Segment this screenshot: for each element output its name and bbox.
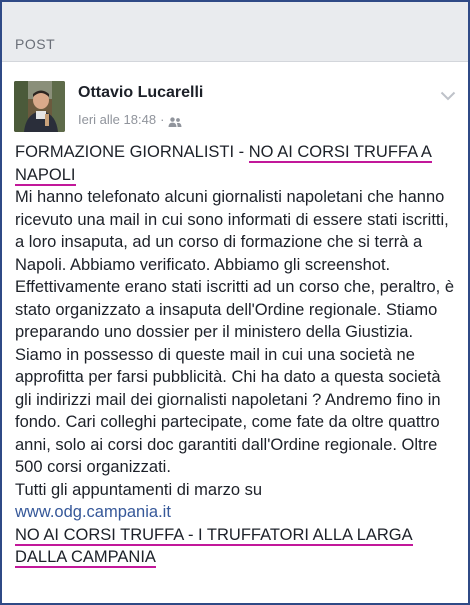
chevron-down-icon[interactable] bbox=[440, 88, 456, 101]
section-header: POST bbox=[2, 2, 468, 62]
website-link[interactable]: www.odg.campania.it bbox=[15, 503, 171, 521]
post-body-paragraph: Mi hanno telefonato alcuni giornalisti n… bbox=[15, 188, 454, 476]
post-footer: NO AI CORSI TRUFFA - I TRUFFATORI ALLA L… bbox=[15, 524, 458, 569]
headline-prefix: FORMAZIONE GIORNALISTI - bbox=[15, 143, 249, 161]
avatar-image bbox=[14, 81, 65, 132]
footer-highlight: NO AI CORSI TRUFFA - I TRUFFATORI ALLA L… bbox=[15, 525, 413, 546]
author-name[interactable]: Ottavio Lucarelli bbox=[78, 84, 203, 102]
post-frame: POST Ottavio Lucarelli Ieri alle 18:48 · bbox=[0, 0, 470, 605]
post-card: Ottavio Lucarelli Ieri alle 18:48 · FORM… bbox=[2, 68, 468, 603]
headline-highlight-cont: NAPOLI bbox=[15, 165, 76, 186]
footer-highlight-cont: DALLA CAMPANIA bbox=[15, 548, 156, 568]
avatar[interactable] bbox=[14, 81, 65, 132]
headline-highlight: NO AI CORSI TRUFFA A bbox=[248, 143, 432, 163]
meta-separator: · bbox=[160, 112, 165, 127]
post-text: FORMAZIONE GIORNALISTI - NO AI CORSI TRU… bbox=[15, 141, 458, 569]
appointments-text: Tutti gli appuntamenti di marzo su bbox=[15, 480, 263, 499]
section-title: POST bbox=[15, 36, 56, 52]
friends-icon[interactable] bbox=[168, 115, 182, 127]
post-meta: Ieri alle 18:48 · bbox=[78, 112, 182, 127]
post-timestamp[interactable]: Ieri alle 18:48 bbox=[78, 112, 156, 127]
post-headline: FORMAZIONE GIORNALISTI - NO AI CORSI TRU… bbox=[15, 141, 458, 186]
